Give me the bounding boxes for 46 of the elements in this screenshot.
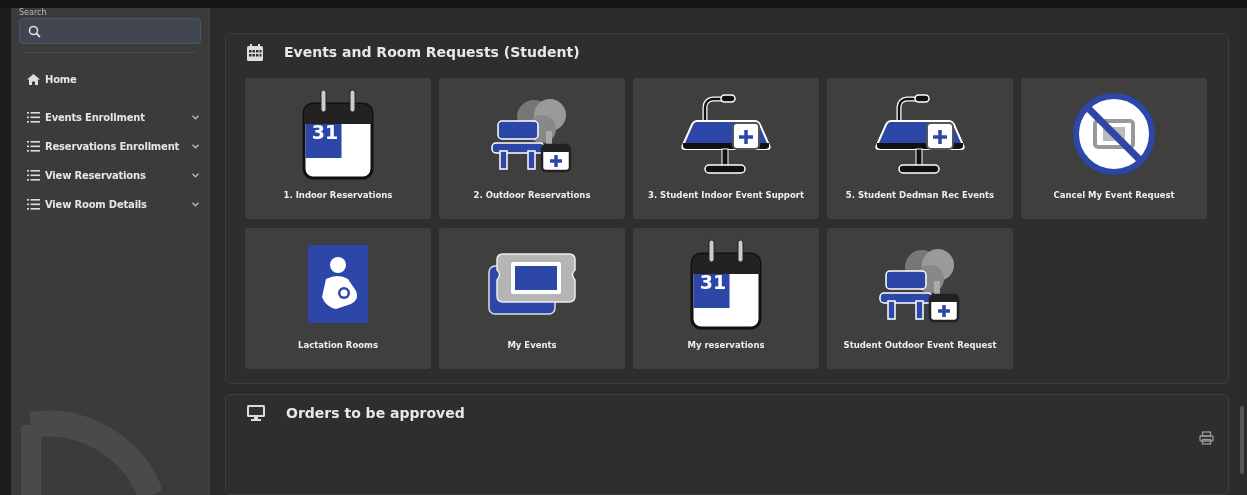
tile[interactable]: 5. Student Dedman Rec Events bbox=[827, 78, 1013, 219]
nav-item[interactable]: Events Enrollment bbox=[19, 103, 201, 132]
tile-label: My reservations bbox=[687, 340, 765, 350]
tile-label: My Events bbox=[507, 340, 557, 350]
calendar-icon bbox=[302, 88, 374, 180]
tile[interactable]: 31 1. Indoor Reservations bbox=[245, 78, 431, 219]
tile-label: Student Outdoor Event Request bbox=[843, 340, 997, 350]
home-icon bbox=[27, 74, 40, 85]
panel-title: Orders to be approved bbox=[286, 405, 465, 421]
panel-title: Events and Room Requests (Student) bbox=[284, 44, 580, 60]
calendar-day: 31 bbox=[308, 121, 342, 143]
tile-label: 1. Indoor Reservations bbox=[283, 190, 393, 200]
calendar-icon bbox=[690, 238, 762, 330]
nursing-mother-icon bbox=[308, 245, 368, 323]
list-icon bbox=[27, 141, 40, 152]
nav-item[interactable]: View Reservations bbox=[19, 161, 201, 190]
calendar-day: 31 bbox=[696, 271, 730, 293]
tile[interactable]: 3. Student Indoor Event Support bbox=[633, 78, 819, 219]
search-field[interactable] bbox=[19, 18, 201, 44]
ticket-icon bbox=[487, 252, 577, 316]
tile[interactable]: Lactation Rooms bbox=[245, 228, 431, 369]
nav-item[interactable]: View Room Details bbox=[19, 190, 201, 219]
tile-label: Lactation Rooms bbox=[298, 340, 378, 350]
podium-icon bbox=[679, 93, 773, 175]
podium-icon bbox=[873, 93, 967, 175]
search-label: Search bbox=[19, 8, 47, 18]
tile-label: 2. Outdoor Reservations bbox=[473, 190, 591, 200]
calendar-icon bbox=[247, 43, 263, 61]
nav-item[interactable]: Home bbox=[19, 65, 201, 94]
list-icon bbox=[27, 199, 40, 210]
tile[interactable]: 31 My reservations bbox=[633, 228, 819, 369]
tile-label: 5. Student Dedman Rec Events bbox=[845, 190, 995, 200]
tile[interactable]: 2. Outdoor Reservations bbox=[439, 78, 625, 219]
tile-label: 3. Student Indoor Event Support bbox=[648, 190, 804, 200]
search-icon bbox=[28, 24, 41, 38]
no-ticket-icon bbox=[1073, 93, 1155, 175]
tile[interactable]: Student Outdoor Event Request bbox=[827, 228, 1013, 369]
nav-item[interactable]: Reservations Enrollment bbox=[19, 132, 201, 161]
tile-label: Cancel My Event Request bbox=[1053, 190, 1175, 200]
list-icon bbox=[27, 170, 40, 181]
scrollbar[interactable] bbox=[1240, 406, 1244, 474]
tile[interactable]: My Events bbox=[439, 228, 625, 369]
tile[interactable]: Cancel My Event Request bbox=[1021, 78, 1207, 219]
list-icon bbox=[27, 112, 40, 123]
print-icon[interactable] bbox=[1199, 431, 1214, 445]
monitor-icon bbox=[247, 405, 265, 421]
